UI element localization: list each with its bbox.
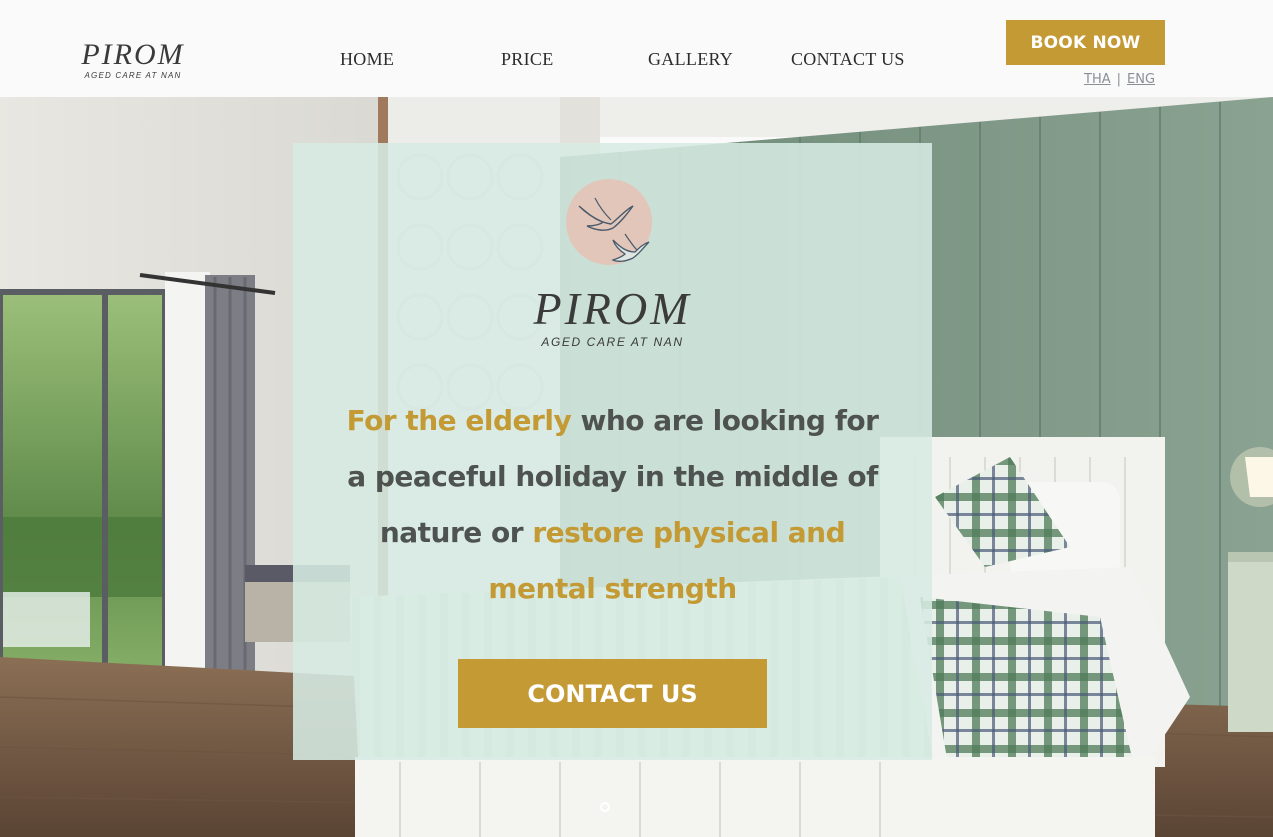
language-switcher: THA | ENG	[1084, 72, 1155, 87]
lang-eng-link[interactable]: ENG	[1127, 72, 1155, 87]
swallows-icon	[566, 179, 652, 265]
lang-separator: |	[1116, 72, 1121, 87]
hero-logo-subtitle: AGED CARE AT NAN	[541, 335, 684, 349]
hero-section: PIROM AGED CARE AT NAN For the elderly w…	[0, 97, 1273, 837]
slideshow-dot[interactable]	[600, 802, 610, 812]
contact-us-button[interactable]: CONTACT US	[458, 659, 767, 728]
hero-card: PIROM AGED CARE AT NAN For the elderly w…	[293, 143, 932, 760]
hero-logo: PIROM AGED CARE AT NAN	[293, 283, 932, 350]
logo-subtitle: AGED CARE AT NAN	[84, 71, 182, 80]
lang-tha-link[interactable]: THA	[1084, 72, 1111, 87]
nav-contact-us[interactable]: CONTACT US	[791, 49, 905, 70]
nav-gallery[interactable]: GALLERY	[648, 49, 733, 70]
nav-home[interactable]: HOME	[340, 49, 394, 70]
tagline-highlight-strength: restore physical and mental strength	[488, 516, 846, 605]
header-logo[interactable]: PIROM AGED CARE AT NAN	[78, 40, 188, 81]
hero-tagline: For the elderly who are looking for a pe…	[333, 393, 892, 617]
nav-price[interactable]: PRICE	[501, 49, 554, 70]
logo-wordmark: PIROM	[81, 38, 185, 71]
book-now-button[interactable]: BOOK NOW	[1006, 20, 1165, 65]
site-header: PIROM AGED CARE AT NAN HOME PRICE GALLER…	[0, 0, 1273, 97]
tagline-highlight-elderly: For the elderly	[346, 404, 572, 437]
hero-logo-wordmark: PIROM	[533, 283, 692, 334]
